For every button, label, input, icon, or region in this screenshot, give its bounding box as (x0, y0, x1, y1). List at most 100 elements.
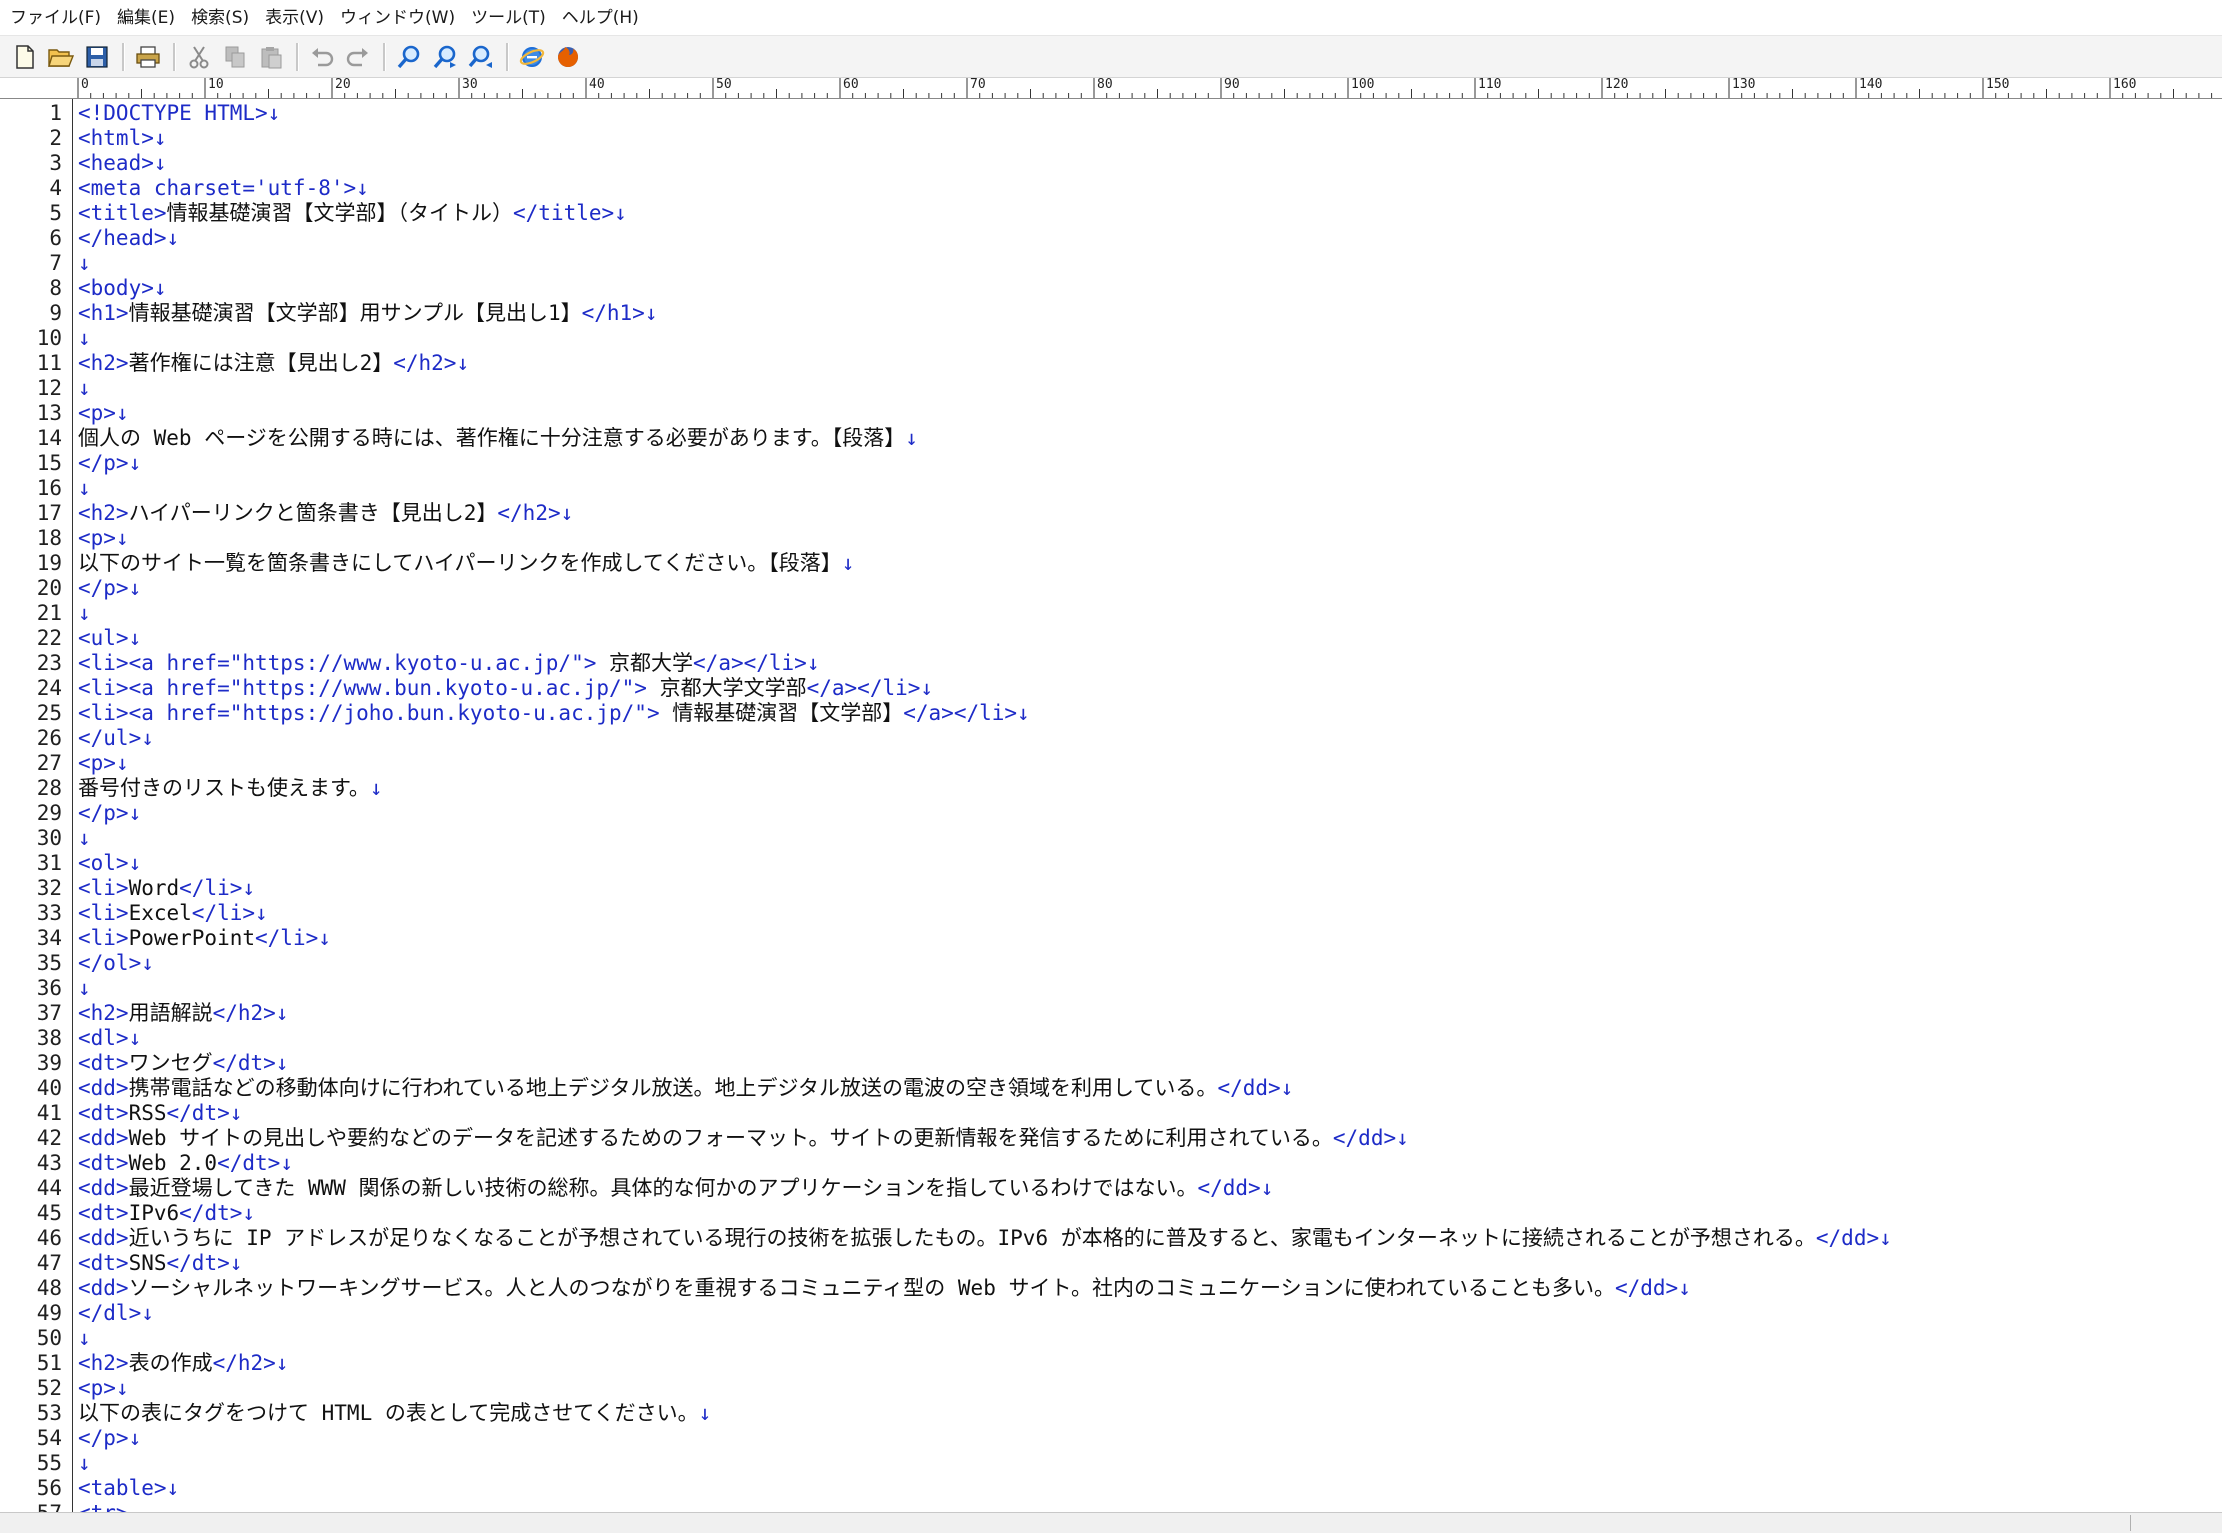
code-text[interactable]: <dt>Web 2.0</dt>↓ (78, 1151, 293, 1176)
code-text[interactable]: 以下のサイト一覧を箇条書きにしてハイパーリンクを作成してください。【段落】↓ (78, 551, 854, 576)
browser-ie-button[interactable] (515, 40, 549, 74)
line-number: 26 (36, 726, 62, 750)
undo-button[interactable] (305, 40, 339, 74)
line-end-mark: ↓ (78, 1326, 91, 1350)
line-end-mark: ↓ (560, 501, 574, 525)
code-text[interactable]: </p>↓ (78, 576, 141, 601)
code-text[interactable]: <title>情報基礎演習【文学部】（タイトル）</title>↓ (78, 201, 627, 226)
code-text[interactable]: <p>↓ (78, 1376, 129, 1401)
code-text[interactable]: <!DOCTYPE HTML>↓ (78, 101, 280, 126)
code-text[interactable]: <body>↓ (78, 276, 167, 301)
code-text[interactable]: <meta charset='utf-8'>↓ (78, 176, 369, 201)
code-text[interactable]: <dt>RSS</dt>↓ (78, 1101, 242, 1126)
html-tag-token: </h2> (393, 351, 457, 375)
code-text[interactable]: <dd>Web サイトの見出しや要約などのデータを記述するためのフォーマット。サ… (78, 1126, 1409, 1151)
html-tag-token: </dl> (78, 1301, 142, 1325)
menu-help[interactable]: ヘルプ(H) (556, 0, 649, 36)
code-text[interactable]: <table>↓ (78, 1476, 179, 1501)
code-text[interactable]: </dl>↓ (78, 1301, 154, 1326)
code-text[interactable]: <h1>情報基礎演習【文学部】用サンプル【見出し1】</h1>↓ (78, 301, 657, 326)
search-next-button[interactable] (428, 40, 462, 74)
save-button[interactable] (80, 40, 114, 74)
browser-firefox-button[interactable] (551, 40, 585, 74)
print-button[interactable] (131, 40, 165, 74)
line-end-mark: ↓ (280, 1151, 293, 1175)
code-text[interactable]: ↓ (78, 326, 91, 351)
menu-window[interactable]: ウィンドウ(W) (334, 0, 465, 36)
line-end-mark: ↓ (128, 1426, 142, 1450)
code-text[interactable]: <ul>↓ (78, 626, 141, 651)
code-text[interactable]: <dt>IPv6</dt>↓ (78, 1201, 255, 1226)
code-text[interactable]: <p>↓ (78, 751, 129, 776)
code-text[interactable]: <li><a href="https://www.bun.kyoto-u.ac.… (78, 676, 933, 701)
menu-tools[interactable]: ツール(T) (465, 0, 556, 36)
menu-file[interactable]: ファイル(F) (4, 0, 111, 36)
code-text[interactable]: <h2>ハイパーリンクと箇条書き【見出し2】</h2>↓ (78, 501, 573, 526)
code-text[interactable]: </p>↓ (78, 1426, 141, 1451)
code-text[interactable]: 番号付きのリストも使えます。↓ (78, 776, 383, 801)
paste-button[interactable] (254, 40, 288, 74)
code-text[interactable]: <p>↓ (78, 401, 129, 426)
line-number: 4 (49, 176, 62, 200)
code-text[interactable]: <h2>著作権には注意【見出し2】</h2>↓ (78, 351, 469, 376)
redo-button[interactable] (341, 40, 375, 74)
code-text[interactable]: 個人の Web ページを公開する時には、著作権に十分注意する必要があります。【段… (78, 426, 918, 451)
code-text[interactable]: <p>↓ (78, 526, 129, 551)
line-number: 49 (36, 1301, 62, 1325)
code-text[interactable]: <dd>最近登場してきた WWW 関係の新しい技術の総称。具体的な何かのアプリケ… (78, 1176, 1273, 1201)
code-text[interactable]: <li><a href="https://www.kyoto-u.ac.jp/"… (78, 651, 819, 676)
code-text[interactable]: </head>↓ (78, 226, 179, 251)
new-file-button[interactable] (8, 40, 42, 74)
code-text[interactable]: <tr> (78, 1501, 129, 1512)
html-tag-token: </dd> (1332, 1126, 1397, 1150)
code-text[interactable]: <h2>用語解説</h2>↓ (78, 1001, 288, 1026)
code-text[interactable]: ↓ (78, 601, 91, 626)
code-text[interactable]: ↓ (78, 251, 91, 276)
open-button[interactable] (44, 40, 78, 74)
code-text[interactable]: <html>↓ (78, 126, 167, 151)
html-tag-token: </li> (191, 901, 256, 925)
code-text[interactable]: <dd>ソーシャルネットワーキングサービス。人と人のつながりを重視するコミュニテ… (78, 1276, 1691, 1301)
code-text[interactable]: <li>Excel</li>↓ (78, 901, 268, 926)
code-text[interactable]: <dt>SNS</dt>↓ (78, 1251, 242, 1276)
line-number: 24 (36, 676, 62, 700)
html-tag-token: <dd> (78, 1126, 129, 1150)
code-text[interactable]: </ol>↓ (78, 951, 154, 976)
text-editor[interactable]: 1 <!DOCTYPE HTML>↓ 2 <html>↓ 3 <head>↓ 4 <meta … (0, 99, 2222, 1512)
line-end-mark: ↓ (841, 551, 855, 575)
menu-view[interactable]: 表示(V) (259, 0, 334, 36)
code-text[interactable]: ↓ (78, 476, 91, 501)
code-text[interactable]: <dd>近いうちに IP アドレスが足りなくなることが予想されている現行の技術を… (78, 1226, 1892, 1251)
line-end-mark: ↓ (153, 276, 167, 300)
code-text[interactable]: </p>↓ (78, 801, 141, 826)
copy-button[interactable] (218, 40, 252, 74)
html-tag-token: </dd> (1217, 1076, 1281, 1100)
code-text[interactable]: ↓ (78, 376, 91, 401)
code-text[interactable]: 以下の表にタグをつけて HTML の表として完成させてください。↓ (78, 1401, 711, 1426)
search-button[interactable] (392, 40, 426, 74)
code-text[interactable]: ↓ (78, 826, 91, 851)
search-prev-button[interactable] (464, 40, 498, 74)
menu-search[interactable]: 検索(S) (185, 0, 259, 36)
code-text[interactable]: <ol>↓ (78, 851, 141, 876)
code-text[interactable]: </p>↓ (78, 451, 141, 476)
code-text[interactable]: <head>↓ (78, 151, 167, 176)
code-text[interactable]: ↓ (78, 976, 91, 1001)
line-number: 55 (36, 1451, 62, 1475)
code-text[interactable]: <li>Word</li>↓ (78, 876, 255, 901)
code-text[interactable]: <li><a href="https://joho.bun.kyoto-u.ac… (78, 701, 1030, 726)
code-text[interactable]: <dl>↓ (78, 1026, 141, 1051)
code-text[interactable]: <li>PowerPoint</li>↓ (78, 926, 331, 951)
html-tag-token: <ul> (78, 626, 129, 650)
toolbar-separator (383, 42, 386, 71)
code-text[interactable]: ↓ (78, 1326, 91, 1351)
toolbar-separator (506, 42, 509, 71)
line-number: 21 (36, 601, 62, 625)
code-text[interactable]: <dd>携帯電話などの移動体向けに行われている地上デジタル放送。地上デジタル放送… (78, 1076, 1293, 1101)
code-text[interactable]: <h2>表の作成</h2>↓ (78, 1351, 288, 1376)
cut-button[interactable] (182, 40, 216, 74)
code-text[interactable]: </ul>↓ (78, 726, 154, 751)
menu-edit[interactable]: 編集(E) (111, 0, 185, 36)
code-text[interactable]: <dt>ワンセグ</dt>↓ (78, 1051, 288, 1076)
code-text[interactable]: ↓ (78, 1451, 91, 1476)
